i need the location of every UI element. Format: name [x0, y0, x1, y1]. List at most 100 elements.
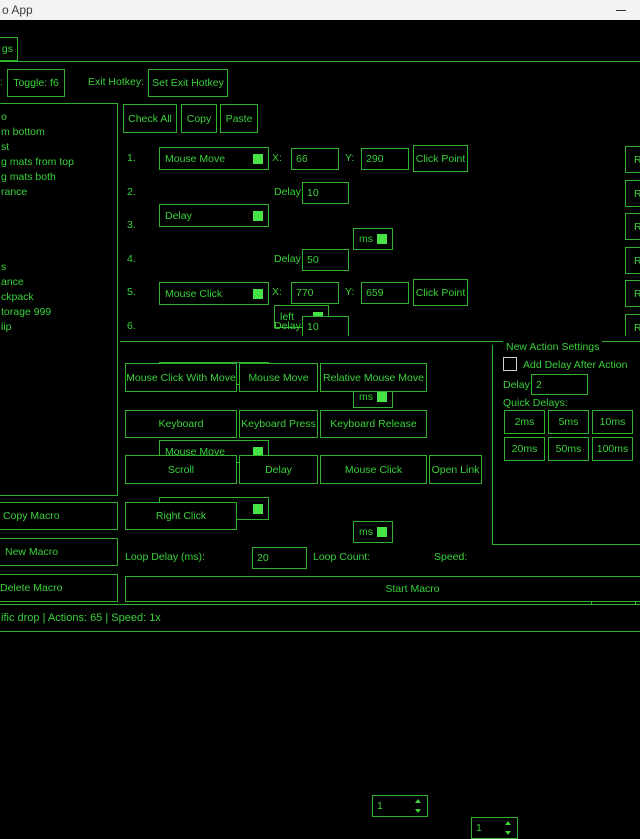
copy-macro-button[interactable]: Copy Macro	[0, 502, 118, 530]
macro-list-item[interactable]: st	[0, 140, 117, 155]
macro-list-item[interactable]: o	[0, 110, 117, 125]
loop-delay-label: Loop Delay (ms):	[125, 551, 205, 563]
palette-label: Delay	[265, 464, 292, 476]
action-type-dropdown[interactable]: Mouse Move	[159, 147, 269, 170]
action-type-dropdown[interactable]: Delay	[159, 204, 269, 227]
palette-label: Keyboard Release	[330, 418, 416, 430]
macro-list-item[interactable]: rance	[0, 185, 117, 200]
remove-action-button[interactable]: R	[625, 280, 640, 307]
macro-list-item[interactable]: g mats from top	[0, 155, 117, 170]
new-macro-button[interactable]: New Macro	[0, 538, 118, 566]
macro-list-item[interactable]: ance	[0, 275, 117, 290]
x-coordinate-input[interactable]	[291, 148, 339, 170]
delay-unit-value: ms	[359, 233, 373, 245]
loop-count-label: Loop Count:	[313, 551, 370, 563]
click-point-button[interactable]: Click Point	[413, 279, 468, 306]
spin-down-icon[interactable]	[415, 809, 421, 813]
window-title: o App	[2, 3, 33, 17]
macro-list-item[interactable]	[0, 230, 117, 245]
start-macro-label: Start Macro	[385, 583, 439, 595]
delay-value-input[interactable]	[302, 249, 349, 271]
quick-delay-50ms-button[interactable]: 50ms	[548, 437, 589, 461]
add-delay-button[interactable]: Delay	[239, 455, 318, 484]
delay-unit-dropdown[interactable]: ms	[353, 228, 393, 250]
palette-label: Mouse Click	[345, 464, 402, 476]
add-scroll-button[interactable]: Scroll	[125, 455, 237, 484]
loop-delay-input[interactable]	[252, 547, 307, 569]
add-keyboard-button[interactable]: Keyboard	[125, 410, 237, 438]
quick-delay-label: 2ms	[515, 416, 535, 428]
dropdown-arrow-icon[interactable]	[253, 211, 263, 221]
add-relative-mouse-move-button[interactable]: Relative Mouse Move	[320, 363, 427, 392]
delay-unit-dropdown[interactable]: ms	[353, 521, 393, 543]
add-mouse-move-button[interactable]: Mouse Move	[239, 363, 318, 392]
quick-delay-5ms-button[interactable]: 5ms	[548, 410, 589, 434]
remove-action-button[interactable]: R	[625, 213, 640, 240]
macro-list-item[interactable]: torage 999	[0, 305, 117, 320]
add-open-link-button[interactable]: Open Link	[429, 455, 482, 484]
add-delay-checkbox[interactable]	[503, 357, 517, 371]
action-row-number: 2.	[127, 186, 136, 198]
spin-up-icon[interactable]	[505, 821, 511, 825]
title-bar: o App	[0, 0, 640, 20]
y-coordinate-input[interactable]	[361, 148, 409, 170]
quick-delay-100ms-button[interactable]: 100ms	[592, 437, 633, 461]
delay-value-input[interactable]	[302, 316, 349, 338]
remove-action-button[interactable]: R	[625, 146, 640, 173]
delay-label: Delay	[274, 186, 301, 198]
macro-list-item[interactable]: lip	[0, 320, 117, 335]
speed-stepper[interactable]: 1	[471, 817, 518, 839]
macro-list-item[interactable]	[0, 200, 117, 215]
add-mouse-click-with-move-button[interactable]: Mouse Click With Move	[125, 363, 237, 392]
quick-delay-20ms-button[interactable]: 20ms	[504, 437, 545, 461]
status-text: ific drop | Actions: 65 | Speed: 1x	[0, 612, 161, 624]
remove-action-button[interactable]: R	[625, 247, 640, 274]
delay-unit-value: ms	[359, 526, 373, 538]
new-action-delay-input[interactable]	[531, 374, 588, 395]
x-coordinate-input[interactable]	[291, 282, 339, 304]
action-type-dropdown[interactable]: Mouse Click	[159, 282, 269, 305]
delete-macro-button[interactable]: Delete Macro	[0, 574, 118, 602]
macro-list-item[interactable]: ckpack	[0, 290, 117, 305]
quick-delay-10ms-button[interactable]: 10ms	[592, 410, 633, 434]
set-exit-hotkey-button[interactable]: Set Exit Hotkey	[148, 69, 228, 97]
macro-list-item[interactable]: g mats both	[0, 170, 117, 185]
exit-hotkey-label: Exit Hotkey:	[88, 76, 144, 88]
macro-list-item[interactable]	[0, 215, 117, 230]
paste-actions-button[interactable]: Paste	[220, 104, 258, 133]
minimize-button[interactable]	[606, 0, 636, 20]
loop-count-stepper[interactable]: 1	[372, 795, 428, 817]
add-keyboard-release-button[interactable]: Keyboard Release	[320, 410, 427, 438]
spin-up-icon[interactable]	[415, 799, 421, 803]
check-all-button[interactable]: Check All	[123, 104, 177, 133]
dropdown-arrow-icon[interactable]	[377, 392, 387, 402]
x-label: X:	[272, 286, 282, 298]
macro-list-item[interactable]	[0, 245, 117, 260]
macro-list-item[interactable]: m bottom	[0, 125, 117, 140]
start-macro-button[interactable]: Start Macro	[125, 576, 640, 602]
remove-action-button[interactable]: R	[625, 180, 640, 207]
spin-down-icon[interactable]	[505, 831, 511, 835]
click-point-label: Click Point	[416, 153, 466, 165]
macro-app-window: { "window": { "title": "o App" }, "tabs"…	[0, 0, 640, 640]
macro-list-item[interactable]: s	[0, 260, 117, 275]
palette-label: Keyboard	[159, 418, 204, 430]
delay-value-input[interactable]	[302, 182, 349, 204]
click-point-button[interactable]: Click Point	[413, 145, 468, 172]
add-right-click-button[interactable]: Right Click	[125, 502, 237, 530]
dropdown-arrow-icon[interactable]	[377, 527, 387, 537]
dropdown-arrow-icon[interactable]	[377, 234, 387, 244]
macro-list[interactable]: o m bottom st g mats from top g mats bot…	[0, 103, 118, 496]
y-coordinate-input[interactable]	[361, 282, 409, 304]
quick-delay-2ms-button[interactable]: 2ms	[504, 410, 545, 434]
add-keyboard-press-button[interactable]: Keyboard Press	[239, 410, 318, 438]
dropdown-arrow-icon[interactable]	[253, 154, 263, 164]
dropdown-arrow-icon[interactable]	[253, 289, 263, 299]
toggle-hotkey-button[interactable]: Toggle: f6	[7, 69, 65, 97]
dropdown-arrow-icon[interactable]	[253, 504, 263, 514]
quick-delay-label: 10ms	[600, 416, 626, 428]
copy-actions-button[interactable]: Copy	[181, 104, 217, 133]
add-mouse-click-button[interactable]: Mouse Click	[320, 455, 427, 484]
tab-settings[interactable]: gs	[0, 37, 18, 61]
action-type-value: Mouse Move	[165, 153, 225, 165]
